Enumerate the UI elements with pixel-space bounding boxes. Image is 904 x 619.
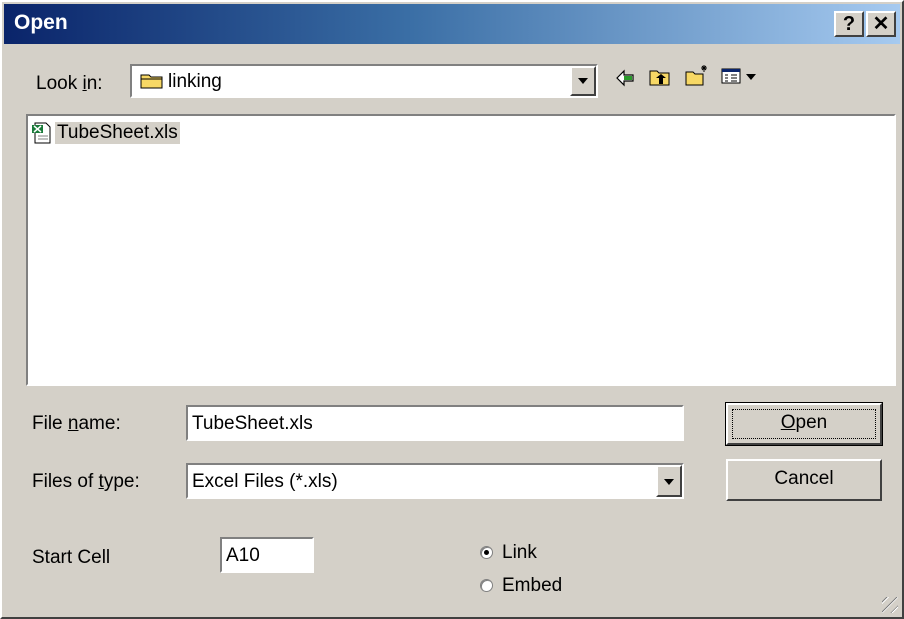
file-type-select[interactable]: Excel Files (*.xls) bbox=[186, 463, 684, 499]
start-cell-label: Start Cell bbox=[32, 547, 111, 568]
radio-embed-label: Embed bbox=[502, 575, 563, 596]
chevron-down-icon bbox=[578, 78, 588, 84]
excel-file-icon bbox=[32, 122, 51, 144]
view-menu-icon[interactable] bbox=[720, 66, 762, 86]
back-icon[interactable] bbox=[614, 68, 636, 88]
help-button[interactable]: ? bbox=[834, 11, 864, 37]
start-cell-value: A10 bbox=[226, 545, 260, 566]
file-name-label-text: File name: bbox=[32, 413, 121, 434]
window-title: Open bbox=[14, 11, 68, 34]
radio-link-label: Link bbox=[502, 542, 537, 563]
look-in-label: Look in: bbox=[36, 73, 103, 94]
chevron-down-icon bbox=[664, 479, 674, 485]
look-in-value: linking bbox=[168, 71, 222, 92]
cancel-button[interactable]: Cancel bbox=[726, 459, 882, 501]
file-type-value: Excel Files (*.xls) bbox=[192, 471, 338, 492]
file-type-dropdown-button[interactable] bbox=[656, 465, 682, 497]
up-folder-icon[interactable] bbox=[648, 67, 672, 87]
start-cell-input[interactable]: A10 bbox=[220, 537, 314, 573]
open-button[interactable]: Open bbox=[725, 402, 883, 446]
look-in-combo[interactable]: linking bbox=[130, 64, 598, 98]
radio-link-button[interactable] bbox=[480, 546, 493, 559]
new-folder-icon[interactable] bbox=[684, 63, 710, 87]
look-in-dropdown-button[interactable] bbox=[570, 66, 596, 96]
file-list[interactable]: TubeSheet.xls bbox=[26, 114, 896, 386]
file-name-label: TubeSheet.xls bbox=[55, 122, 180, 144]
resize-grip-icon[interactable] bbox=[882, 597, 898, 613]
radio-embed-button[interactable] bbox=[480, 579, 493, 592]
close-icon: ✕ bbox=[872, 13, 890, 35]
file-name-input[interactable]: TubeSheet.xls bbox=[186, 405, 684, 441]
folder-icon bbox=[140, 74, 163, 89]
title-bar[interactable]: Open ? ✕ bbox=[4, 4, 900, 44]
file-type-label: Files of type: bbox=[32, 471, 140, 492]
help-icon: ? bbox=[842, 13, 856, 35]
file-name-value: TubeSheet.xls bbox=[192, 413, 313, 434]
close-button[interactable]: ✕ bbox=[866, 11, 896, 37]
open-dialog: Open ? ✕ Look in: linking TubeSheet.xls … bbox=[0, 0, 904, 619]
